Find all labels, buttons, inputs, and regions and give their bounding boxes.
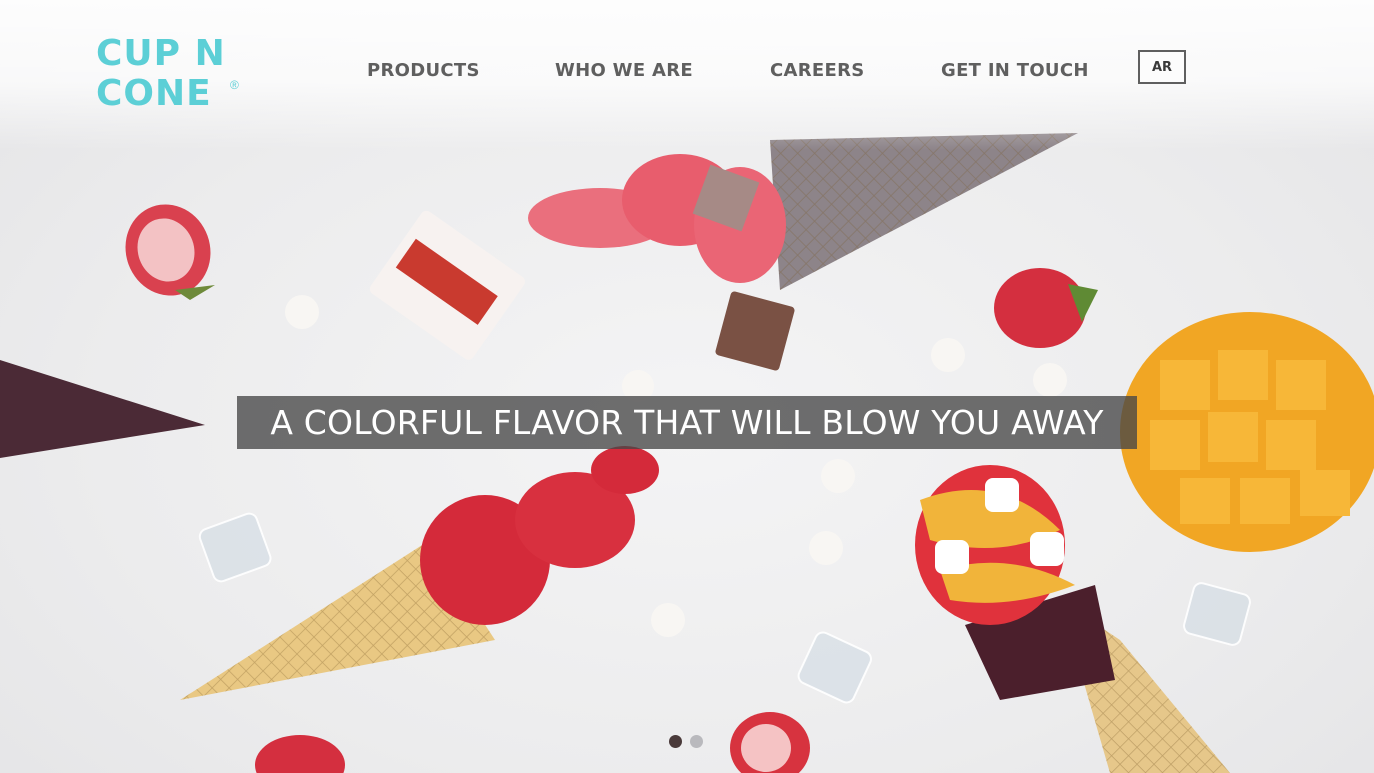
slide-dot-2[interactable]	[690, 735, 703, 748]
nav-item-careers[interactable]: CAREERS	[770, 60, 865, 81]
logo-line-1: CUP N	[96, 33, 226, 74]
strawberry-half-icon	[125, 204, 215, 300]
strawberry-bottom	[255, 712, 810, 773]
nav-item-who-we-are[interactable]: WHO WE ARE	[555, 60, 693, 81]
mango-cubes	[1120, 312, 1374, 552]
slide-dot-1[interactable]	[669, 735, 682, 748]
registered-mark: ®	[230, 78, 239, 92]
hero-tagline-text: A COLORFUL FLAVOR THAT WILL BLOW YOU AWA…	[270, 403, 1104, 442]
dark-cone-left	[0, 360, 205, 458]
nav-item-products[interactable]: PRODUCTS	[367, 60, 480, 81]
red-ice-cream-cone	[180, 446, 659, 700]
pink-ice-cream-cone	[528, 133, 1078, 290]
hero-slider: CUP N CONE ® PRODUCTS WHO WE ARE CAREERS…	[0, 0, 1374, 773]
candy-wrapper	[369, 210, 525, 360]
logo[interactable]: CUP N CONE ®	[96, 30, 246, 116]
chocolate-piece	[715, 291, 795, 371]
logo-line-2: CONE	[96, 73, 212, 114]
nav-item-get-in-touch[interactable]: GET IN TOUCH	[941, 60, 1089, 81]
slider-pagination	[669, 735, 709, 749]
hero-tagline: A COLORFUL FLAVOR THAT WILL BLOW YOU AWA…	[237, 396, 1137, 449]
strawberry-right	[994, 268, 1098, 348]
language-toggle-button[interactable]: AR	[1138, 50, 1186, 84]
